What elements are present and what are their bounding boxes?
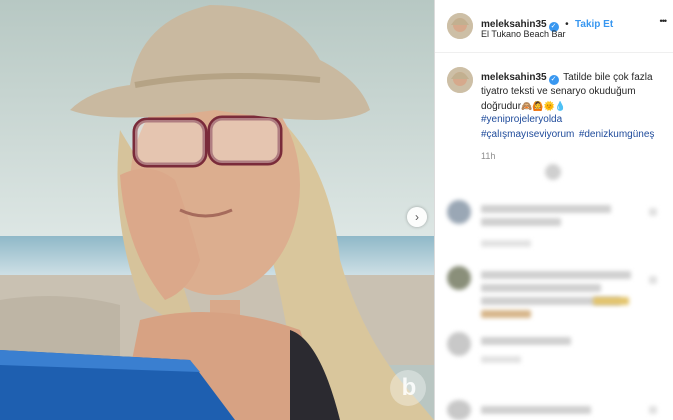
comment-text [481, 284, 601, 292]
caption-username[interactable]: meleksahin35 [481, 72, 547, 83]
hashtag-link[interactable]: #denizkumgüneş [579, 129, 655, 140]
post-header: meleksahin35 ✓ • Takip Et El Tukano Beach… [435, 0, 673, 53]
hashtag-link[interactable]: #çalışmayıseviyorum [481, 129, 574, 140]
caption-emojis: 🙈🙆🌞💧 [521, 101, 566, 111]
comment-meta [481, 356, 521, 363]
caption-text-line1: Tatilde bile çok fazla [563, 72, 653, 83]
follow-button[interactable]: Takip Et [575, 19, 613, 30]
separator-dot: • [565, 19, 569, 30]
comment-text [481, 406, 591, 414]
comment-text [481, 218, 561, 226]
heart-icon [649, 406, 657, 414]
comment-text [481, 271, 631, 279]
comment-avatar [447, 200, 471, 224]
more-options-icon[interactable]: ••• [660, 16, 668, 26]
avatar-image [447, 67, 473, 93]
caption-text-line2: tiyatro teksti ve senaryo okuduğum [481, 86, 636, 97]
comment-avatar [447, 332, 471, 356]
heart-icon [649, 276, 657, 284]
comment-text [481, 205, 611, 213]
avatar-image [447, 13, 473, 39]
blurred-content [545, 164, 561, 180]
comment-meta [481, 240, 531, 247]
comment-emojis [593, 297, 629, 305]
comment-avatar [447, 400, 471, 420]
checkmark-badge-icon: ✓ [548, 75, 559, 85]
caption: meleksahin35 ✓ Tatilde bile çok fazla tiy… [481, 69, 667, 163]
comment-text [481, 337, 571, 345]
comment-avatar [447, 266, 471, 290]
caption-avatar[interactable] [447, 67, 473, 93]
location-link[interactable]: El Tukano Beach Bar [481, 29, 566, 39]
post-photo[interactable]: › b [0, 0, 434, 420]
b-logo-icon: b [401, 374, 417, 401]
caption-text-line3: doğrudur [481, 101, 522, 112]
chevron-right-icon[interactable]: › [407, 207, 427, 227]
post-time: 11h [481, 151, 496, 161]
comments-panel: meleksahin35 ✓ • Takip Et El Tukano Beach… [434, 0, 673, 420]
heart-icon [649, 208, 657, 216]
selfie-image [0, 0, 434, 420]
comment-emojis [481, 310, 531, 318]
avatar[interactable] [447, 13, 473, 39]
